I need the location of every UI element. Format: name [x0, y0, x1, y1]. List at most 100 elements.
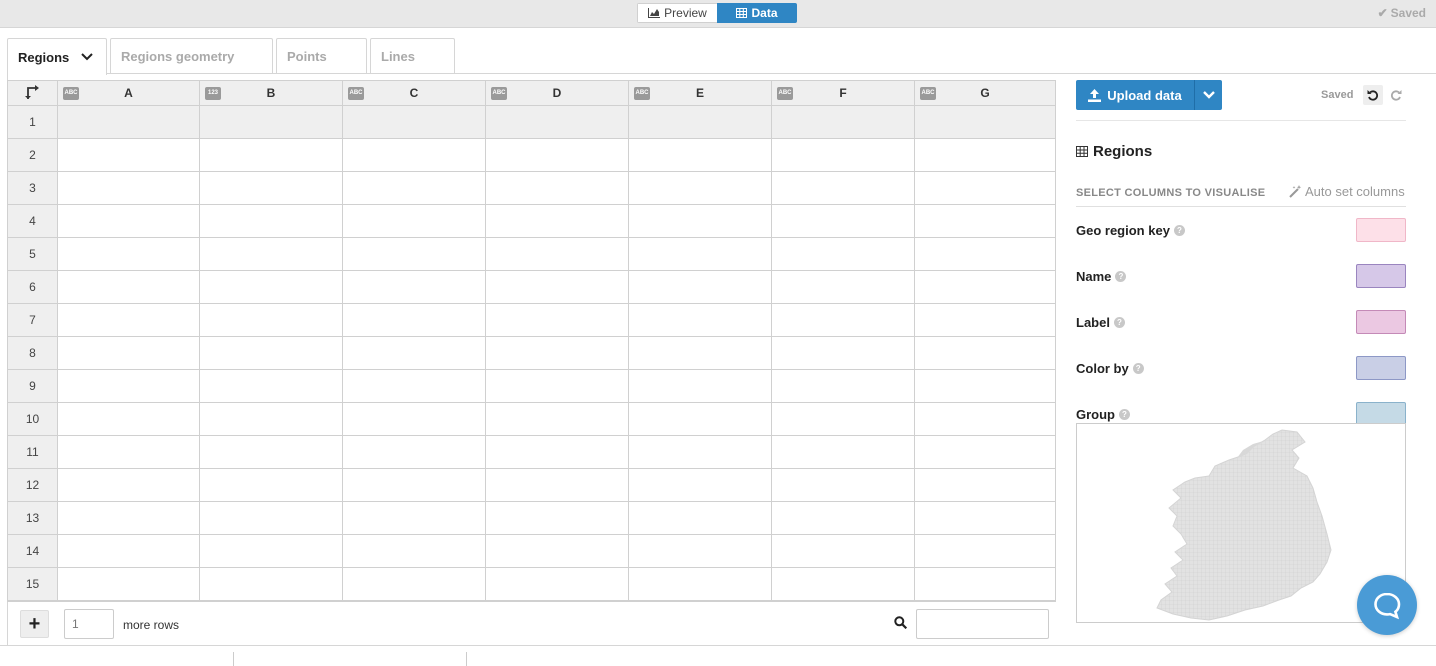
grid-cell[interactable]: [57, 402, 200, 436]
column-selector-swatch[interactable]: [1356, 310, 1406, 334]
grid-cell[interactable]: [485, 303, 629, 337]
column-header-g[interactable]: ABC G: [914, 80, 1056, 106]
transpose-corner[interactable]: [7, 80, 58, 106]
grid-cell[interactable]: [628, 501, 772, 535]
grid-cell[interactable]: [628, 204, 772, 238]
grid-cell[interactable]: [485, 369, 629, 403]
column-type-badge[interactable]: ABC: [634, 87, 650, 100]
grid-cell[interactable]: [485, 270, 629, 304]
grid-cell[interactable]: [771, 402, 915, 436]
grid-cell[interactable]: [342, 171, 486, 205]
grid-cell[interactable]: [914, 138, 1056, 172]
row-number[interactable]: 3: [7, 171, 58, 205]
tab-regions-geometry[interactable]: Regions geometry: [110, 38, 273, 73]
grid-cell[interactable]: [771, 336, 915, 370]
grid-cell[interactable]: [57, 534, 200, 568]
grid-cell[interactable]: [342, 204, 486, 238]
grid-cell[interactable]: [342, 501, 486, 535]
grid-cell[interactable]: [914, 270, 1056, 304]
grid-cell[interactable]: [57, 369, 200, 403]
column-header-d[interactable]: ABC D: [485, 80, 629, 106]
grid-cell[interactable]: [628, 171, 772, 205]
grid-cell[interactable]: [771, 468, 915, 502]
preview-toggle-button[interactable]: Preview: [637, 3, 717, 23]
grid-cell[interactable]: [199, 336, 343, 370]
grid-cell[interactable]: [485, 336, 629, 370]
upload-options-dropdown[interactable]: [1194, 80, 1222, 110]
row-number[interactable]: 13: [7, 501, 58, 535]
column-type-badge[interactable]: ABC: [348, 87, 364, 100]
grid-cell[interactable]: [199, 237, 343, 271]
grid-cell[interactable]: [485, 468, 629, 502]
help-icon[interactable]: ?: [1173, 225, 1185, 236]
column-selector-swatch[interactable]: [1356, 356, 1406, 380]
grid-cell[interactable]: [628, 303, 772, 337]
grid-cell[interactable]: [57, 435, 200, 469]
grid-cell[interactable]: [771, 369, 915, 403]
tab-points[interactable]: Points: [276, 38, 367, 73]
column-type-badge[interactable]: ABC: [920, 87, 936, 100]
grid-cell[interactable]: [342, 534, 486, 568]
grid-cell[interactable]: [57, 105, 200, 139]
grid-cell[interactable]: [57, 303, 200, 337]
grid-cell[interactable]: [628, 270, 772, 304]
grid-cell[interactable]: [199, 204, 343, 238]
grid-cell[interactable]: [342, 336, 486, 370]
data-toggle-button[interactable]: Data: [717, 3, 797, 23]
grid-cell[interactable]: [57, 336, 200, 370]
grid-cell[interactable]: [342, 303, 486, 337]
row-number[interactable]: 14: [7, 534, 58, 568]
grid-cell[interactable]: [485, 501, 629, 535]
grid-cell[interactable]: [199, 468, 343, 502]
rows-count-input[interactable]: [64, 609, 114, 639]
help-icon[interactable]: ?: [1113, 317, 1125, 328]
column-header-c[interactable]: ABC C: [342, 80, 486, 106]
grid-cell[interactable]: [771, 534, 915, 568]
grid-cell[interactable]: [771, 204, 915, 238]
row-number[interactable]: 6: [7, 270, 58, 304]
grid-cell[interactable]: [57, 501, 200, 535]
grid-cell[interactable]: [57, 237, 200, 271]
grid-cell[interactable]: [771, 270, 915, 304]
grid-cell[interactable]: [628, 138, 772, 172]
help-icon[interactable]: ?: [1132, 363, 1144, 374]
search-input[interactable]: [916, 609, 1049, 639]
grid-cell[interactable]: [342, 138, 486, 172]
grid-cell[interactable]: [342, 402, 486, 436]
row-number[interactable]: 5: [7, 237, 58, 271]
grid-cell[interactable]: [57, 270, 200, 304]
row-number[interactable]: 9: [7, 369, 58, 403]
grid-cell[interactable]: [914, 303, 1056, 337]
grid-cell[interactable]: [485, 204, 629, 238]
help-icon[interactable]: ?: [1115, 271, 1127, 282]
grid-cell[interactable]: [771, 567, 915, 601]
tab-lines[interactable]: Lines: [370, 38, 455, 73]
grid-cell[interactable]: [57, 204, 200, 238]
row-number[interactable]: 10: [7, 402, 58, 436]
grid-cell[interactable]: [199, 105, 343, 139]
help-icon[interactable]: ?: [1119, 409, 1130, 420]
auto-set-columns-button[interactable]: Auto set columns: [1289, 184, 1405, 199]
grid-cell[interactable]: [914, 468, 1056, 502]
grid-cell[interactable]: [485, 237, 629, 271]
grid-cell[interactable]: [628, 468, 772, 502]
upload-data-button[interactable]: Upload data: [1076, 80, 1194, 110]
grid-cell[interactable]: [628, 567, 772, 601]
grid-cell[interactable]: [199, 567, 343, 601]
grid-cell[interactable]: [485, 402, 629, 436]
grid-cell[interactable]: [199, 534, 343, 568]
grid-cell[interactable]: [199, 303, 343, 337]
grid-cell[interactable]: [914, 534, 1056, 568]
grid-cell[interactable]: [199, 171, 343, 205]
column-header-e[interactable]: ABC E: [628, 80, 772, 106]
grid-cell[interactable]: [342, 105, 486, 139]
grid-cell[interactable]: [914, 567, 1056, 601]
grid-cell[interactable]: [628, 105, 772, 139]
grid-cell[interactable]: [628, 534, 772, 568]
grid-cell[interactable]: [199, 369, 343, 403]
row-number[interactable]: 15: [7, 567, 58, 601]
grid-cell[interactable]: [914, 336, 1056, 370]
grid-cell[interactable]: [914, 501, 1056, 535]
row-number[interactable]: 7: [7, 303, 58, 337]
tab-regions[interactable]: Regions: [7, 38, 107, 75]
